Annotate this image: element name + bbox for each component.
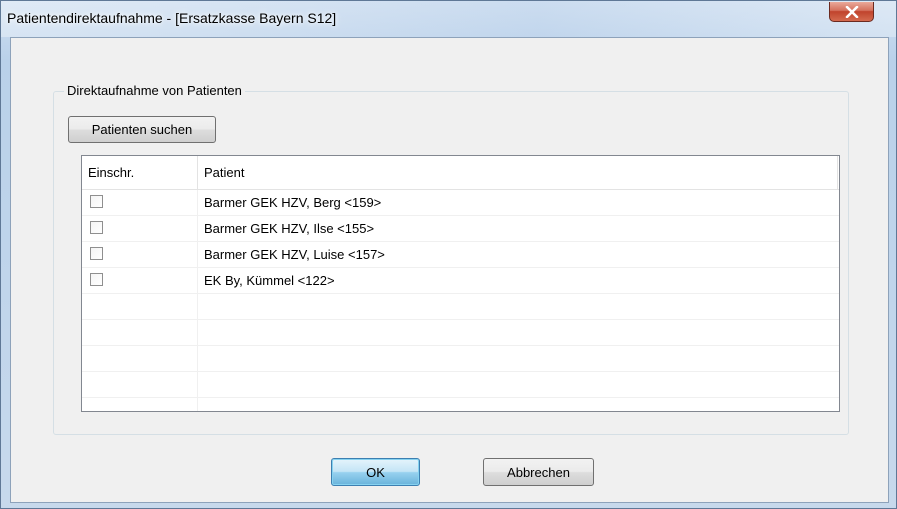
restriction-cell: [82, 242, 198, 267]
restriction-cell: [82, 398, 198, 411]
table-body: Barmer GEK HZV, Berg <159> Barmer GEK HZ…: [82, 190, 839, 411]
title-bar[interactable]: Patientendirektaufnahme - [Ersatzkasse B…: [1, 1, 896, 37]
restriction-checkbox[interactable]: [90, 247, 103, 260]
table-row-empty: [82, 372, 839, 398]
table-row-empty: [82, 346, 839, 372]
restriction-checkbox[interactable]: [90, 195, 103, 208]
window-title: Patientendirektaufnahme - [Ersatzkasse B…: [7, 10, 337, 26]
column-header-einschr[interactable]: Einschr.: [82, 156, 198, 189]
restriction-cell: [82, 190, 198, 215]
table-header: Einschr. Patient: [82, 156, 839, 190]
patient-cell: EK By, Kümmel <122>: [204, 273, 335, 288]
restriction-cell: [82, 216, 198, 241]
table-row-empty: [82, 398, 839, 411]
table-row[interactable]: Barmer GEK HZV, Ilse <155>: [82, 216, 839, 242]
direct-admission-groupbox: Direktaufnahme von Patienten Patienten s…: [53, 83, 849, 435]
search-patients-button[interactable]: Patienten suchen: [68, 116, 216, 143]
restriction-checkbox[interactable]: [90, 273, 103, 286]
table-row[interactable]: Barmer GEK HZV, Luise <157>: [82, 242, 839, 268]
restriction-cell: [82, 372, 198, 397]
ok-button[interactable]: OK: [331, 458, 420, 486]
table-row-empty: [82, 294, 839, 320]
patient-cell: Barmer GEK HZV, Luise <157>: [204, 247, 385, 262]
patient-table: Einschr. Patient Barmer GEK HZV, Berg <1…: [81, 155, 840, 412]
restriction-cell: [82, 294, 198, 319]
dialog-client-area: Direktaufnahme von Patienten Patienten s…: [10, 37, 889, 503]
restriction-checkbox[interactable]: [90, 221, 103, 234]
close-button[interactable]: [829, 2, 874, 22]
cancel-button[interactable]: Abbrechen: [483, 458, 594, 486]
restriction-cell: [82, 346, 198, 371]
table-row[interactable]: Barmer GEK HZV, Berg <159>: [82, 190, 839, 216]
groupbox-label: Direktaufnahme von Patienten: [64, 83, 245, 98]
patient-cell: Barmer GEK HZV, Berg <159>: [204, 195, 382, 210]
close-x-icon: [845, 5, 859, 18]
column-header-patient[interactable]: Patient: [198, 156, 838, 189]
dialog-window: Patientendirektaufnahme - [Ersatzkasse B…: [0, 0, 897, 509]
table-row-empty: [82, 320, 839, 346]
table-row[interactable]: EK By, Kümmel <122>: [82, 268, 839, 294]
patient-cell: Barmer GEK HZV, Ilse <155>: [204, 221, 375, 236]
restriction-cell: [82, 268, 198, 293]
restriction-cell: [82, 320, 198, 345]
